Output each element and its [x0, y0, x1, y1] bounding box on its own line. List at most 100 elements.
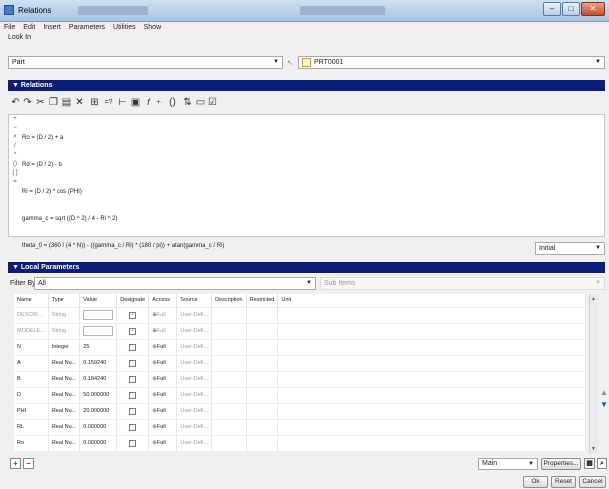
designate-checkbox[interactable] [129, 439, 137, 447]
value-input[interactable] [83, 310, 114, 320]
scope-select[interactable]: Part ▼ [8, 56, 283, 69]
param-value-cell[interactable]: 0.000000 [79, 418, 118, 435]
model-select[interactable]: PRT0001 ▼ [298, 56, 605, 69]
unit-cell [277, 354, 587, 371]
table-view-icon[interactable]: ▦ [584, 458, 595, 469]
measure-icon[interactable]: ⊢ [117, 96, 128, 109]
copy-icon[interactable]: ❐ [48, 96, 59, 109]
filter-icon[interactable]: ▣ [130, 96, 141, 109]
column-header[interactable]: Type [48, 294, 81, 307]
delete-icon[interactable]: ✕ [74, 96, 85, 109]
table-row[interactable]: N Integer 25 ⊕Full User-Defi... [14, 338, 587, 355]
table-row[interactable]: MODELE... String ✓ ⊕Full User-Defi... [14, 322, 587, 339]
designate-checkbox[interactable] [129, 407, 137, 415]
access-value: Full [156, 360, 166, 366]
description-cell [211, 306, 247, 323]
reset-button[interactable]: Reset [551, 476, 576, 488]
evaluate-icon[interactable]: =? [103, 96, 114, 109]
column-header[interactable]: Name [14, 294, 49, 307]
param-value-cell[interactable]: 25 [79, 338, 118, 355]
ok-button[interactable]: Ok [523, 476, 548, 488]
table-row[interactable]: A Real Nu... 0.159240 ⊕Full User-Defi... [14, 354, 587, 371]
brackets-insert-icon[interactable]: [ ] [9, 169, 21, 178]
menu-show[interactable]: Show [140, 22, 166, 33]
menu-parameters[interactable]: Parameters [65, 22, 109, 33]
designate-checkbox[interactable] [129, 423, 137, 431]
column-header[interactable]: Designate [116, 294, 150, 307]
local-parameters-header[interactable]: ▼ Local Parameters [8, 262, 605, 273]
param-name-cell: RL [14, 418, 49, 435]
column-header[interactable]: Description [211, 294, 247, 307]
param-value-cell[interactable]: 0.000000 [79, 434, 118, 451]
param-value-cell[interactable]: 0.159240 [79, 354, 118, 371]
designate-checkbox[interactable]: ✓ [129, 327, 137, 335]
units-select[interactable]: Initial ▼ [535, 242, 605, 255]
verify-icon[interactable]: ☑ [207, 96, 218, 109]
column-header[interactable]: Value [79, 294, 118, 307]
value-input[interactable] [83, 326, 114, 336]
table-row[interactable]: D Real Nu... 50.000000 ⊕Full User-Defi... [14, 386, 587, 403]
properties-button[interactable]: Properties... [541, 458, 581, 470]
param-value-cell[interactable]: 20.000000 [79, 402, 118, 419]
power-icon[interactable]: ^ [9, 151, 21, 160]
scroll-up-icon[interactable]: ▲ [591, 296, 596, 302]
param-value-cell[interactable] [79, 322, 118, 339]
relations-header[interactable]: ▼ Relations [8, 80, 605, 91]
table-scrollbar[interactable]: ▲ ▼ [589, 294, 599, 454]
operator-icon[interactable]: +· [154, 96, 165, 109]
designate-checkbox[interactable] [129, 375, 137, 383]
maximize-button[interactable]: □ [562, 2, 580, 16]
plus-icon[interactable]: + [9, 115, 21, 124]
function-icon[interactable]: f [143, 96, 154, 109]
view-select[interactable]: Main ▼ [478, 458, 538, 470]
redo-icon[interactable]: ↷ [22, 96, 33, 109]
minus-icon[interactable]: − [9, 124, 21, 133]
minimize-button[interactable]: – [543, 2, 561, 16]
sort-icon[interactable]: ⇅ [182, 96, 193, 109]
undo-icon[interactable]: ↶ [10, 96, 21, 109]
designate-checkbox[interactable] [129, 359, 137, 367]
parentheses-icon[interactable]: () [167, 96, 178, 109]
insert-parameter-icon[interactable]: ⊞ [89, 96, 100, 109]
multiply-icon[interactable]: × [9, 133, 21, 142]
remove-parameter-button[interactable]: − [23, 458, 34, 469]
column-header[interactable]: Unit [277, 294, 587, 307]
export-icon[interactable]: ▭ [195, 96, 206, 109]
cut-icon[interactable]: ✂ [35, 96, 46, 109]
table-row[interactable]: Ro Real Nu... 0.000000 ⊕Full User-Defi... [14, 434, 587, 451]
scroll-down-icon[interactable]: ▼ [591, 446, 596, 452]
menu-insert[interactable]: Insert [39, 22, 65, 33]
sub-items-select[interactable]: Sub Items ▼ [320, 277, 605, 290]
divide-icon[interactable]: / [9, 142, 21, 151]
designate-checkbox[interactable]: ✓ [129, 311, 137, 319]
table-row[interactable]: B Real Nu... 0.184240 ⊕Full User-Defi... [14, 370, 587, 387]
column-header[interactable]: Restricted [246, 294, 279, 307]
cursor-arrow-icon[interactable]: ↖ [287, 59, 293, 67]
filter-select[interactable]: All ▼ [34, 277, 316, 290]
designate-checkbox[interactable] [129, 343, 137, 351]
designate-checkbox[interactable] [129, 391, 137, 399]
table-row[interactable]: DESCRI... String ✓ ⊕Full User-Defi... [14, 306, 587, 323]
param-value-cell[interactable] [79, 306, 118, 323]
menu-edit[interactable]: Edit [19, 22, 39, 33]
add-parameter-button[interactable]: + [10, 458, 21, 469]
equals-icon[interactable]: = [9, 178, 21, 187]
column-header[interactable]: Source [176, 294, 213, 307]
column-header[interactable]: Access [148, 294, 178, 307]
menu-utilities[interactable]: Utilities [109, 22, 140, 33]
collapse-panel-icon[interactable]: ▼ [600, 400, 608, 409]
relations-editor[interactable]: + − × / ^ () [ ] = Ro = (D / 2) + a Rd =… [8, 114, 605, 249]
parentheses-insert-icon[interactable]: () [9, 160, 21, 169]
close-button[interactable]: ✕ [581, 2, 605, 16]
paste-icon[interactable]: ▤ [61, 96, 72, 109]
param-value-cell[interactable]: 50.000000 [79, 386, 118, 403]
table-row[interactable]: PHI Real Nu... 20.000000 ⊕Full User-Defi... [14, 402, 587, 419]
designate-cell: ✓ [116, 306, 150, 323]
find-icon[interactable]: ⌕ [597, 458, 607, 469]
menu-file[interactable]: File [0, 22, 19, 33]
unit-cell [277, 418, 587, 435]
expand-panel-icon[interactable]: ▲ [600, 388, 608, 397]
param-value-cell[interactable]: 0.184240 [79, 370, 118, 387]
cancel-button[interactable]: Cancel [579, 476, 606, 488]
table-row[interactable]: RL Real Nu... 0.000000 ⊕Full User-Defi... [14, 418, 587, 435]
